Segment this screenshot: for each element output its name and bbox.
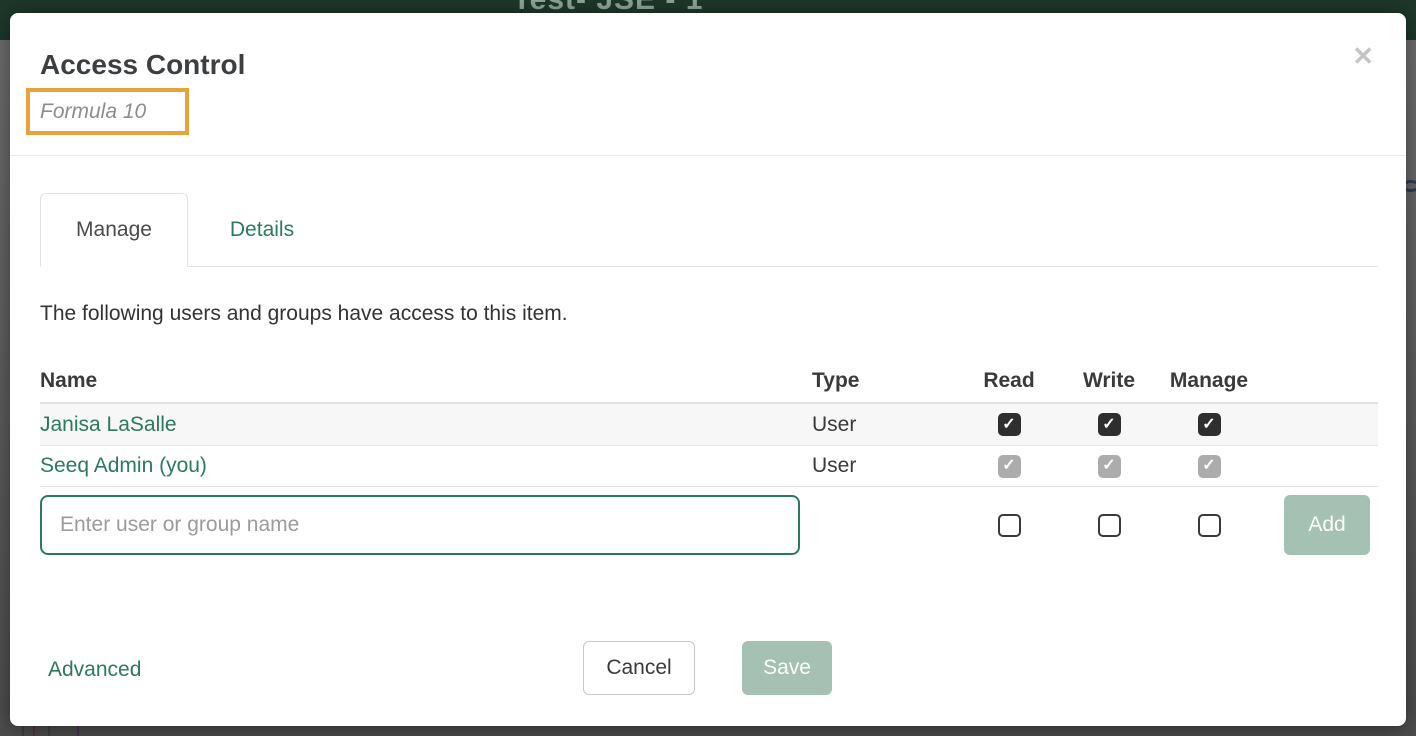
- column-header-type: Type: [812, 369, 959, 393]
- read-checkbox: ✓: [998, 455, 1021, 478]
- check-icon: ✓: [1002, 458, 1015, 474]
- read-checkbox[interactable]: ✓: [998, 514, 1021, 537]
- write-checkbox[interactable]: ✓: [1098, 413, 1121, 436]
- access-description: The following users and groups have acce…: [40, 302, 568, 326]
- manage-checkbox: ✓: [1198, 455, 1221, 478]
- access-control-dialog: ✕ Access Control Formula 10 Manage Detai…: [10, 13, 1406, 726]
- user-link[interactable]: Seeq Admin (you): [40, 454, 207, 477]
- write-checkbox: ✓: [1098, 455, 1121, 478]
- advanced-link[interactable]: Advanced: [48, 658, 141, 682]
- save-button[interactable]: Save: [742, 641, 832, 695]
- check-icon: ✓: [1202, 458, 1215, 474]
- column-header-write: Write: [1083, 369, 1135, 393]
- user-type: User: [812, 454, 959, 478]
- screen: Test- JSE - 1 ✕ Access Control Formula 1…: [0, 0, 1416, 736]
- user-link[interactable]: Janisa LaSalle: [40, 413, 177, 436]
- tab-bar: Manage Details: [40, 193, 1378, 267]
- column-header-read: Read: [983, 369, 1034, 393]
- tab-details[interactable]: Details: [188, 193, 336, 267]
- check-icon: ✓: [1102, 417, 1115, 433]
- table-header-row: Name Type Read Write Manage: [40, 360, 1378, 404]
- user-type: User: [812, 413, 959, 437]
- column-header-name: Name: [40, 369, 812, 393]
- table-row: Seeq Admin (you) User ✓ ✓ ✓: [40, 446, 1378, 487]
- annotation-highlight-box: Formula 10: [26, 88, 189, 135]
- write-checkbox[interactable]: ✓: [1098, 514, 1121, 537]
- item-name-subtitle: Formula 10: [40, 100, 146, 124]
- close-icon[interactable]: ✕: [1352, 43, 1374, 69]
- check-icon: ✓: [1002, 417, 1015, 433]
- table-row: Janisa LaSalle User ✓ ✓ ✓: [40, 404, 1378, 446]
- read-checkbox[interactable]: ✓: [998, 413, 1021, 436]
- check-icon: ✓: [1102, 458, 1115, 474]
- dialog-title: Access Control: [40, 49, 245, 81]
- cancel-button[interactable]: Cancel: [583, 641, 695, 695]
- permissions-table: Name Type Read Write Manage Janisa LaSal…: [40, 360, 1378, 563]
- manage-checkbox[interactable]: ✓: [1198, 514, 1221, 537]
- add-user-row: ✓ ✓ ✓ Add: [40, 487, 1378, 563]
- header-divider: [10, 155, 1406, 156]
- tab-manage[interactable]: Manage: [40, 193, 188, 267]
- check-icon: ✓: [1202, 417, 1215, 433]
- manage-checkbox[interactable]: ✓: [1198, 413, 1221, 436]
- column-header-manage: Manage: [1170, 369, 1248, 393]
- user-search-input[interactable]: [40, 495, 800, 555]
- add-button[interactable]: Add: [1284, 495, 1370, 555]
